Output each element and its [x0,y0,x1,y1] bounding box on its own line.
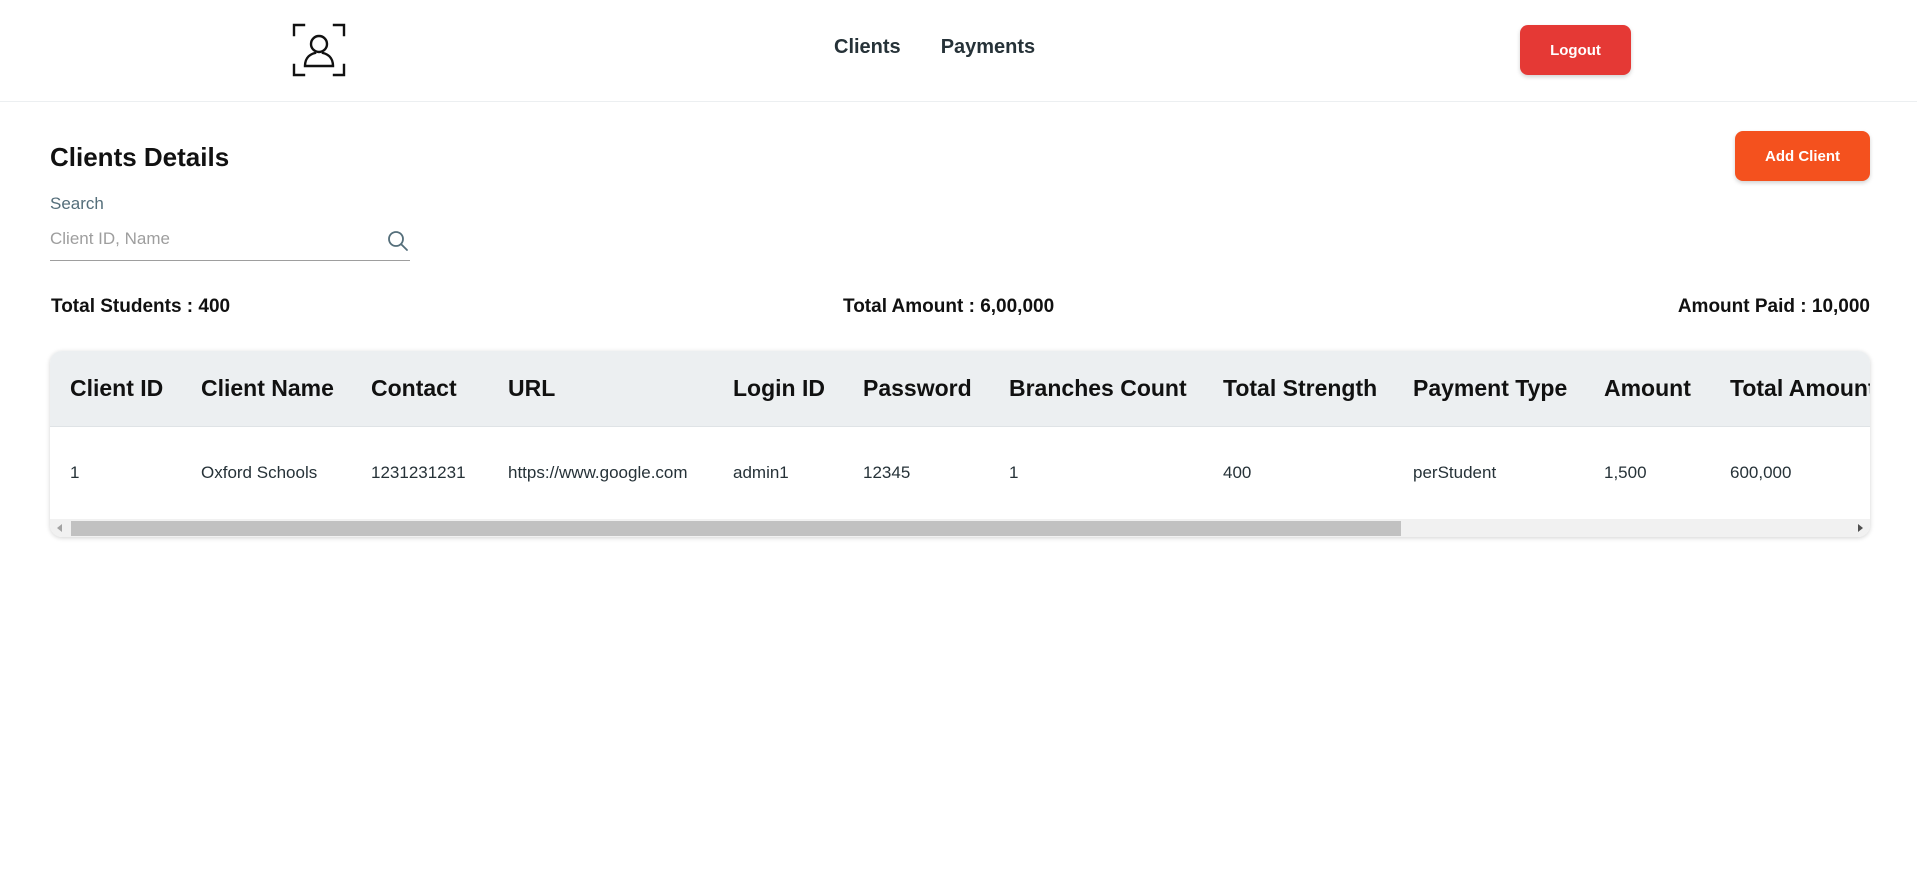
table-row[interactable]: 1 Oxford Schools 1231231231 https://www.… [50,426,1870,519]
cell-client-name: Oxford Schools [201,462,318,482]
column-header-total-amount: Total Amount [1710,351,1870,427]
table-header-row: Client ID Client Name Contact URL Login … [50,351,1870,427]
add-client-button[interactable]: Add Client [1735,131,1870,181]
main-nav: Clients Payments [834,36,1035,59]
column-header-contact: Contact [351,351,488,427]
logout-button[interactable]: Logout [1520,25,1631,75]
column-header-branches-count: Branches Count [989,351,1203,427]
amount-paid: Amount Paid : 10,000 [1677,296,1870,317]
clients-table-card: Client ID Client Name Contact URL Login … [50,351,1870,537]
cell-total-amount: 600,000 [1730,462,1792,482]
scroll-left-arrow-icon[interactable] [57,524,62,532]
column-header-payment-type: Payment Type [1393,351,1584,427]
column-header-amount: Amount [1584,351,1710,427]
total-students: Total Students : 400 [51,296,231,317]
column-header-total-strength: Total Strength [1203,351,1393,427]
search-label: Search [50,194,104,213]
cell-password: 12345 [863,462,911,482]
top-navbar: Clients Payments Logout [0,0,1917,102]
column-header-url: URL [488,351,713,427]
cell-login-id: admin1 [733,462,789,482]
horizontal-scrollbar[interactable] [50,519,1870,537]
scroll-right-arrow-icon[interactable] [1858,524,1863,532]
clients-table: Client ID Client Name Contact URL Login … [50,351,1870,519]
cell-payment-type: perStudent [1413,462,1497,482]
table-scroll-area[interactable]: Client ID Client Name Contact URL Login … [50,351,1870,519]
nav-link-clients[interactable]: Clients [834,36,901,59]
cell-total-strength: 400 [1223,462,1252,482]
cell-client-id: 1 [70,462,80,482]
total-amount: Total Amount : 6,00,000 [843,296,1055,317]
scrollbar-thumb[interactable] [71,521,1401,536]
column-header-login-id: Login ID [713,351,843,427]
cell-branches-count: 1 [1009,462,1019,482]
column-header-client-id: Client ID [50,351,181,427]
cell-url: https://www.google.com [508,462,688,482]
page-title: Clients Details [50,142,230,172]
cell-amount: 1,500 [1604,462,1647,482]
search-field [50,224,410,261]
cell-contact: 1231231231 [371,462,466,482]
nav-link-payments[interactable]: Payments [941,36,1036,59]
search-icon[interactable] [386,229,410,253]
search-input[interactable] [50,224,370,254]
column-header-password: Password [843,351,989,427]
column-header-client-name: Client Name [181,351,351,427]
user-focus-icon[interactable] [292,23,346,77]
